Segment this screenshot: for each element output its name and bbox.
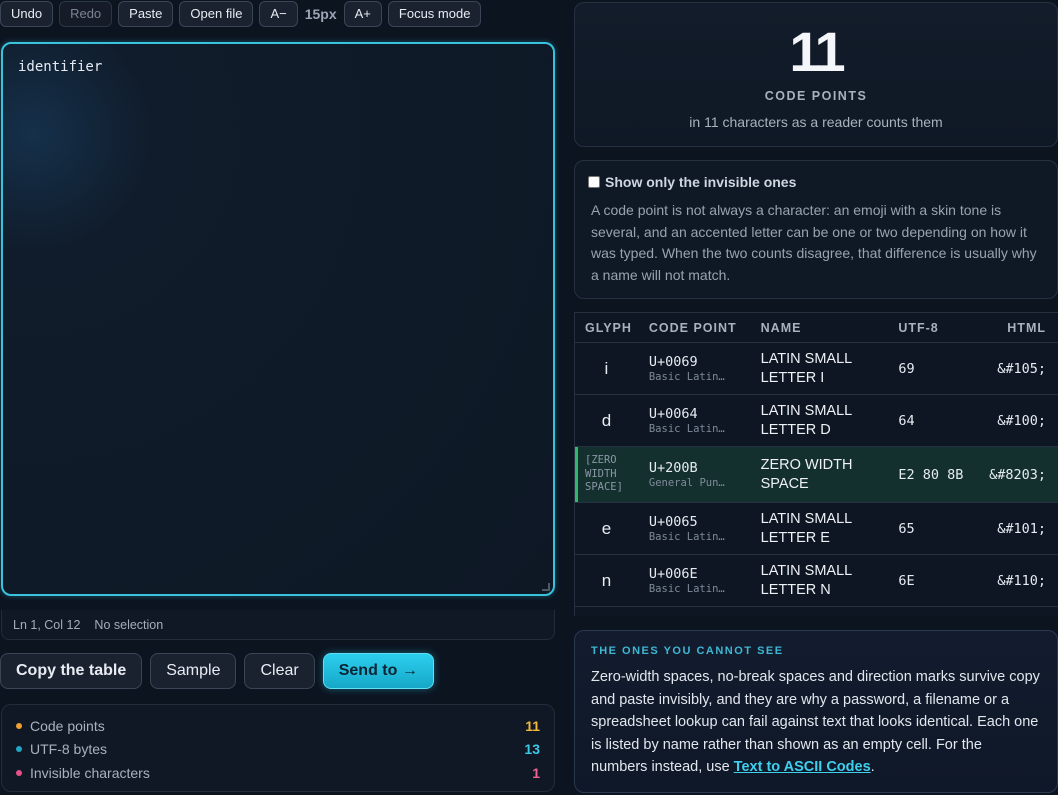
- sample-button[interactable]: Sample: [150, 653, 237, 689]
- stat-label: Code points: [30, 717, 105, 734]
- unicode-block: Basic Latin…: [648, 531, 725, 543]
- paste-button[interactable]: Paste: [118, 1, 174, 27]
- stat-value: 1: [532, 764, 540, 781]
- stat-value: 11: [525, 717, 540, 734]
- code-point-subtext: in 11 characters as a reader counts them: [689, 114, 943, 130]
- code-point-value: U+200B: [648, 460, 698, 476]
- checkbox[interactable]: [588, 176, 600, 188]
- unicode-block: Basic Latin…: [648, 371, 725, 383]
- font-size-readout: 15px: [304, 6, 337, 22]
- stats-panel: Code points 11 UTF-8 bytes 13 Invisible …: [1, 704, 555, 792]
- unicode-block: Basic Latin…: [648, 583, 725, 595]
- toolbar: Undo Redo Paste Open file A− 15px A+ Foc…: [0, 1, 482, 27]
- code-point-cell: U+200B General Pun…: [638, 460, 750, 489]
- code-point-label: CODE POINTS: [764, 89, 868, 103]
- html-entity-cell: &#110;: [997, 572, 1046, 589]
- editor-statusbar: Ln 1, Col 12 No selection: [1, 610, 555, 640]
- open-file-button[interactable]: Open file: [179, 1, 254, 27]
- table-row-invisible[interactable]: [ZERO WIDTH SPACE] U+200B General Pun… Z…: [575, 447, 1058, 503]
- unicode-block: Basic Latin…: [648, 423, 725, 435]
- font-decrease-button[interactable]: A−: [259, 1, 298, 27]
- stat-row: Code points 11: [16, 714, 540, 738]
- char-name-cell: LATIN SMALL LETTER N: [760, 562, 852, 598]
- text-editor[interactable]: identifier: [1, 42, 555, 596]
- checkbox-label: Show only the invisible ones: [605, 174, 797, 190]
- orange-dot-icon: [16, 722, 22, 729]
- code-point-cell: U+006E Basic Latin…: [638, 566, 750, 595]
- code-point-cell: U+0069 Basic Latin…: [638, 354, 750, 383]
- cursor-position: Ln 1, Col 12: [13, 617, 81, 632]
- html-entity-cell: &#8203;: [989, 466, 1046, 483]
- selection-status: No selection: [94, 617, 164, 632]
- html-entity-cell: &#100;: [997, 412, 1046, 429]
- table-row[interactable]: e U+0065 Basic Latin… LATIN SMALL LETTER…: [575, 503, 1058, 555]
- header-glyph: GLYPH: [585, 320, 632, 335]
- action-bar: Copy the table Sample Clear Send to →: [0, 653, 434, 689]
- html-entity-cell: &#105;: [997, 360, 1046, 377]
- utf8-cell: 6E: [898, 572, 915, 589]
- code-point-value: U+0065: [648, 514, 698, 530]
- copy-table-button[interactable]: Copy the table: [0, 653, 143, 689]
- utf8-cell: 64: [898, 412, 915, 429]
- unicode-block: General Pun…: [648, 477, 725, 489]
- code-point-summary: 11 CODE POINTS in 11 characters as a rea…: [574, 2, 1058, 147]
- note-body: Zero-width spaces, no-break spaces and d…: [591, 666, 1041, 779]
- code-point-cell: U+0064 Basic Latin…: [638, 406, 750, 435]
- stat-label: Invisible characters: [30, 764, 150, 781]
- glyph-cell: n: [601, 570, 612, 590]
- cyan-dot-icon: [16, 746, 22, 753]
- code-point-count: 11: [789, 20, 845, 83]
- code-point-table: GLYPH CODE POINT NAME UTF-8 HTML i U+006…: [574, 312, 1058, 616]
- glyph-cell: d: [601, 410, 612, 430]
- char-name-cell: LATIN SMALL LETTER I: [760, 350, 852, 386]
- header-name: NAME: [760, 320, 802, 335]
- note-end: .: [870, 759, 875, 776]
- stat-row: UTF-8 bytes 13: [16, 738, 540, 762]
- code-point-value: U+0069: [648, 354, 698, 370]
- table-header: GLYPH CODE POINT NAME UTF-8 HTML: [575, 313, 1058, 343]
- glyph-cell: i: [604, 358, 609, 378]
- send-to-button[interactable]: Send to →: [322, 653, 434, 689]
- code-point-cell: U+0065 Basic Latin…: [638, 514, 750, 543]
- header-utf8: UTF-8: [898, 320, 939, 335]
- glyph-cell: e: [601, 518, 612, 538]
- font-increase-button[interactable]: A+: [343, 1, 382, 27]
- invisible-only-toggle[interactable]: Show only the invisible ones: [588, 174, 1041, 190]
- editor-content[interactable]: identifier: [18, 59, 102, 75]
- focus-mode-button[interactable]: Focus mode: [387, 1, 482, 27]
- table-row[interactable]: d U+0064 Basic Latin… LATIN SMALL LETTER…: [575, 395, 1058, 447]
- info-text: A code point is not always a character: …: [591, 202, 1037, 283]
- undo-button[interactable]: Undo: [0, 1, 54, 27]
- utf8-cell: 65: [898, 520, 915, 537]
- stat-row: Invisible characters 1: [16, 761, 540, 785]
- filter-card: Show only the invisible ones A code poin…: [574, 160, 1058, 299]
- resize-handle[interactable]: [542, 583, 550, 591]
- pink-dot-icon: [16, 769, 22, 776]
- char-name-cell: LATIN SMALL LETTER D: [760, 402, 852, 438]
- char-name-cell: ZERO WIDTH SPACE: [760, 456, 853, 492]
- utf8-cell: 69: [898, 360, 915, 377]
- utf8-cell: E2 80 8B: [898, 466, 964, 483]
- results-panel: 11 CODE POINTS in 11 characters as a rea…: [574, 0, 1058, 795]
- redo-button[interactable]: Redo: [59, 1, 113, 27]
- stat-label: UTF-8 bytes: [30, 741, 108, 758]
- char-name-cell: LATIN SMALL LETTER E: [760, 510, 852, 546]
- note-title: THE ONES YOU CANNOT SEE: [591, 645, 784, 657]
- invisible-chars-note: THE ONES YOU CANNOT SEE Zero-width space…: [574, 630, 1058, 793]
- editor-panel: Undo Redo Paste Open file A− 15px A+ Foc…: [0, 0, 556, 795]
- header-code-point: CODE POINT: [648, 320, 737, 335]
- table-row[interactable]: n U+006E Basic Latin… LATIN SMALL LETTER…: [575, 555, 1058, 607]
- header-html: HTML: [1007, 320, 1046, 335]
- clear-button[interactable]: Clear: [244, 653, 315, 689]
- code-point-value: U+0064: [648, 406, 698, 422]
- stat-value: 13: [524, 741, 540, 758]
- ascii-codes-link[interactable]: Text to ASCII Codes: [734, 759, 871, 775]
- code-point-value: U+006E: [648, 566, 698, 582]
- invisible-glyph-cell: [ZERO WIDTH SPACE]: [585, 454, 623, 494]
- table-row[interactable]: i U+0069 Basic Latin… LATIN SMALL LETTER…: [575, 343, 1058, 395]
- html-entity-cell: &#101;: [997, 520, 1046, 537]
